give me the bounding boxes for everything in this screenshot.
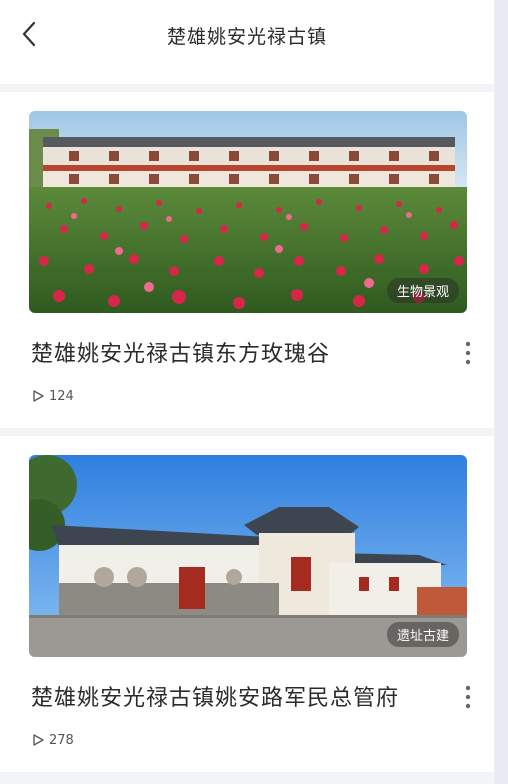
app-screen: 楚雄姚安光禄古镇 生物景观 楚雄姚安光禄古镇东方玫瑰谷 124 遗址古建 楚雄姚… [0, 0, 494, 784]
video-thumbnail[interactable]: 遗址古建 [29, 455, 467, 657]
play-icon [33, 734, 44, 746]
top-bar: 楚雄姚安光禄古镇 [0, 0, 494, 84]
more-options-button[interactable] [462, 684, 474, 712]
play-count-value: 278 [49, 732, 74, 748]
play-count-value: 124 [49, 388, 74, 404]
play-count: 124 [31, 386, 74, 406]
more-vertical-icon [465, 685, 471, 709]
video-card[interactable]: 生物景观 楚雄姚安光禄古镇东方玫瑰谷 124 [0, 92, 494, 428]
play-count: 278 [31, 730, 74, 750]
category-tag: 生物景观 [386, 278, 459, 303]
more-vertical-icon [465, 341, 471, 365]
play-icon [33, 390, 44, 402]
more-options-button[interactable] [462, 340, 474, 368]
category-tag: 遗址古建 [386, 622, 459, 647]
scroll-edge [494, 0, 508, 784]
video-title[interactable]: 楚雄姚安光禄古镇东方玫瑰谷 [31, 336, 330, 368]
video-thumbnail[interactable]: 生物景观 [29, 111, 467, 313]
page-title: 楚雄姚安光禄古镇 [166, 26, 327, 48]
video-card[interactable]: 遗址古建 楚雄姚安光禄古镇姚安路军民总管府 278 [0, 436, 494, 772]
video-title[interactable]: 楚雄姚安光禄古镇姚安路军民总管府 [31, 680, 399, 712]
